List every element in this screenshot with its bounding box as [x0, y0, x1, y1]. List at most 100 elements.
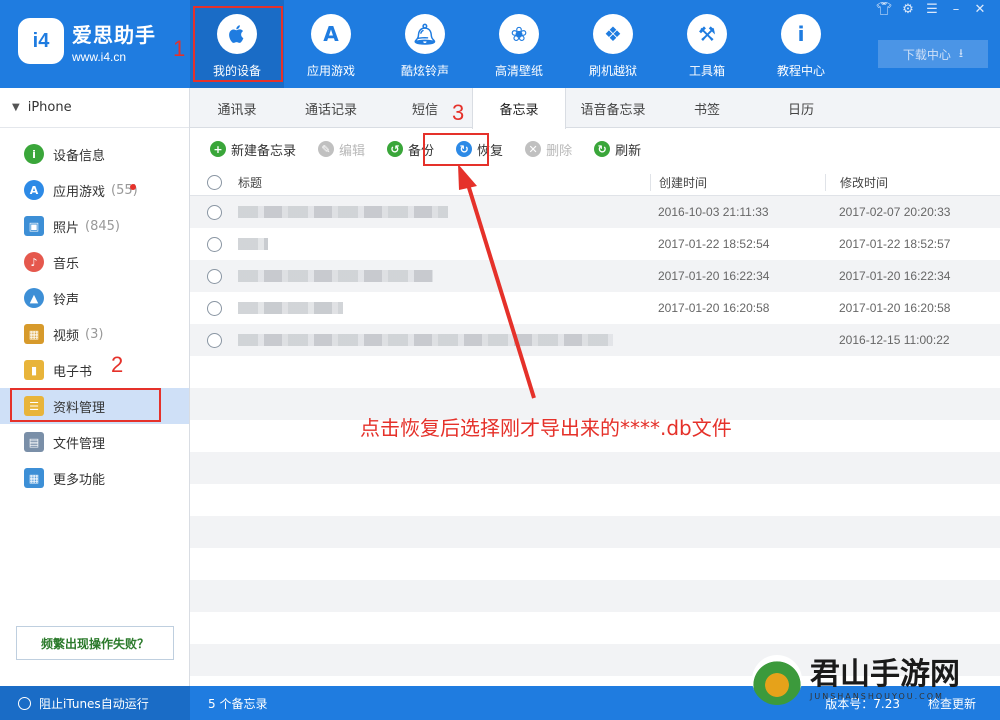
minimize-icon[interactable]: – — [948, 2, 964, 17]
nav-item-4[interactable]: ❖ 刷机越狱 — [566, 0, 660, 88]
empty-row — [190, 516, 1000, 548]
sidebar-item-8[interactable]: ▤ 文件管理 — [0, 424, 189, 460]
table-row[interactable]: 2016-12-15 11:00:22 — [190, 324, 1000, 356]
row-select-radio[interactable] — [206, 332, 222, 348]
toolbar-button-label: 删除 — [546, 143, 573, 159]
toolbar-button-5[interactable]: ↻ 刷新 — [592, 135, 643, 163]
header-title[interactable]: 标题 — [238, 174, 650, 191]
nav-item-6[interactable]: i 教程中心 — [754, 0, 848, 88]
memo-count: 5 个备忘录 — [208, 696, 268, 711]
row-select-radio[interactable] — [206, 300, 222, 316]
table-row[interactable]: 2017-01-22 18:52:54 2017-01-22 18:52:57 — [190, 228, 1000, 260]
toolbar-button-label: 新建备忘录 — [231, 143, 297, 159]
callout-box-data-management — [10, 388, 161, 422]
nav-item-5[interactable]: ⚒ 工具箱 — [660, 0, 754, 88]
skin-icon[interactable]: 👕︎ — [876, 2, 893, 17]
row-select-radio[interactable] — [206, 268, 222, 284]
tab-bar: 通讯录 通话记录 短信 备忘录 语音备忘录 书签 日历 — [190, 88, 1000, 129]
sidebar-item-label: 文件管理 — [53, 436, 106, 452]
sidebar-item-0[interactable]: i 设备信息 — [0, 136, 189, 172]
tab-1[interactable]: 通话记录 — [284, 88, 378, 128]
nav-label: 高清壁纸 — [494, 64, 543, 78]
table-header: 标题 创建时间 修改时间 — [190, 170, 1000, 196]
block-itunes-toggle[interactable]: 阻止iTunes自动运行 — [0, 686, 190, 720]
blurred-title — [238, 206, 448, 218]
tab-3[interactable]: 备忘录 — [472, 88, 566, 129]
toolbar-button-4[interactable]: ✕ 删除 — [523, 135, 574, 163]
header-created[interactable]: 创建时间 — [650, 174, 825, 191]
tab-0[interactable]: 通讯录 — [190, 88, 284, 128]
edit-icon: ✎ — [318, 141, 335, 157]
tab-6[interactable]: 日历 — [754, 88, 848, 128]
blurred-title — [238, 302, 343, 314]
nav-label: 工具箱 — [688, 64, 725, 78]
row-created: 2017-01-22 18:52:54 — [658, 237, 770, 251]
toolbar: + 新建备忘录 ✎ 编辑 ↺ 备份 ↻ 恢复 ✕ 删除 ↻ 刷新 — [190, 128, 1000, 170]
toolbar-button-0[interactable]: + 新建备忘录 — [208, 135, 298, 163]
callout-number-2: 2 — [111, 352, 124, 377]
empty-row — [190, 484, 1000, 516]
row-select-radio[interactable] — [206, 204, 222, 220]
sidebar-item-label: 设备信息 — [53, 148, 106, 164]
table-row[interactable]: 2017-01-20 16:22:34 2017-01-20 16:22:34 — [190, 260, 1000, 292]
close-icon[interactable]: ✕ — [972, 2, 988, 17]
toolbar-button-1[interactable]: ✎ 编辑 — [316, 135, 367, 163]
download-icon: ⭳ — [958, 45, 964, 60]
film-icon: ▦ — [24, 324, 44, 344]
empty-row — [190, 548, 1000, 580]
device-name: iPhone — [27, 100, 72, 115]
blurred-title — [238, 238, 268, 250]
sidebar-item-2[interactable]: ▣ 照片 (845) — [0, 208, 189, 244]
sidebar-item-5[interactable]: ▦ 视频 (3) — [0, 316, 189, 352]
sidebar-item-4[interactable]: ▲ 铃声 — [0, 280, 189, 316]
callout-number-3: 3 — [452, 100, 465, 125]
nav-label: 应用游戏 — [306, 64, 355, 78]
caret-down-icon: ▼ — [12, 102, 20, 113]
grid-icon: ▦ — [24, 468, 44, 488]
sidebar-item-label: 音乐 — [53, 256, 80, 272]
table-row[interactable]: 2017-01-20 16:20:58 2017-01-20 16:20:58 — [190, 292, 1000, 324]
operation-failed-help-button[interactable]: 频繁出现操作失败？ — [16, 626, 174, 660]
instruction-annotation: 点击恢复后选择刚才导出来的****.db文件 — [360, 416, 732, 440]
device-selector[interactable]: ▼ iPhone — [0, 88, 189, 128]
sidebar-item-1[interactable]: A 应用游戏 (55) — [0, 172, 189, 208]
row-modified: 2017-01-20 16:20:58 — [839, 301, 951, 315]
dropbox-icon: ❖ — [593, 14, 633, 54]
nav-label: 教程中心 — [776, 64, 825, 78]
block-itunes-radio[interactable] — [18, 696, 31, 710]
sidebar-item-label: 应用游戏 — [53, 184, 106, 200]
sidebar-item-9[interactable]: ▦ 更多功能 — [0, 460, 189, 496]
logo-icon: i4 — [18, 18, 64, 64]
toolbar-button-label: 刷新 — [615, 143, 642, 159]
tab-4[interactable]: 语音备忘录 — [566, 88, 660, 128]
table-row[interactable]: 2016-10-03 21:11:33 2017-02-07 20:20:33 — [190, 196, 1000, 228]
nav-item-2[interactable]: 🔔︎ 酷炫铃声 — [378, 0, 472, 88]
sidebar-item-6[interactable]: ▮ 电子书 — [0, 352, 189, 388]
nav-item-1[interactable]: A 应用游戏 — [284, 0, 378, 88]
header-modified[interactable]: 修改时间 — [825, 174, 1000, 191]
sidebar-item-3[interactable]: ♪ 音乐 — [0, 244, 189, 280]
callout-box-my-device — [193, 6, 283, 82]
bell-icon: 🔔︎ — [405, 14, 445, 54]
sidebar-item-label: 照片 — [53, 220, 80, 236]
download-center-button[interactable]: 下载中心 ⭳ — [878, 40, 988, 68]
block-itunes-label: 阻止iTunes自动运行 — [39, 696, 149, 711]
nav-item-3[interactable]: ❀ 高清壁纸 — [472, 0, 566, 88]
notification-dot — [130, 184, 136, 190]
appstore-icon: A — [311, 14, 351, 54]
row-modified: 2016-12-15 11:00:22 — [839, 333, 950, 347]
row-select-radio[interactable] — [206, 236, 222, 252]
appstore-icon: A — [24, 180, 44, 200]
gear-icon[interactable]: ⚙ — [900, 2, 916, 17]
music-icon: ♪ — [24, 252, 44, 272]
flower-icon: ❀ — [499, 14, 539, 54]
tab-5[interactable]: 书签 — [660, 88, 754, 128]
select-all-radio[interactable] — [206, 175, 222, 190]
empty-row — [190, 612, 1000, 644]
sidebar-item-label: 视频 — [53, 328, 80, 344]
menu-icon[interactable]: ☰ — [924, 2, 940, 17]
watermark-subtitle: JUNSHANSHOUYOU.COM — [810, 691, 944, 701]
watermark: 君山手游网 JUNSHANSHOUYOU.COM — [752, 655, 960, 705]
watermark-logo-icon — [752, 655, 802, 705]
download-center-label: 下载中心 — [902, 47, 951, 62]
